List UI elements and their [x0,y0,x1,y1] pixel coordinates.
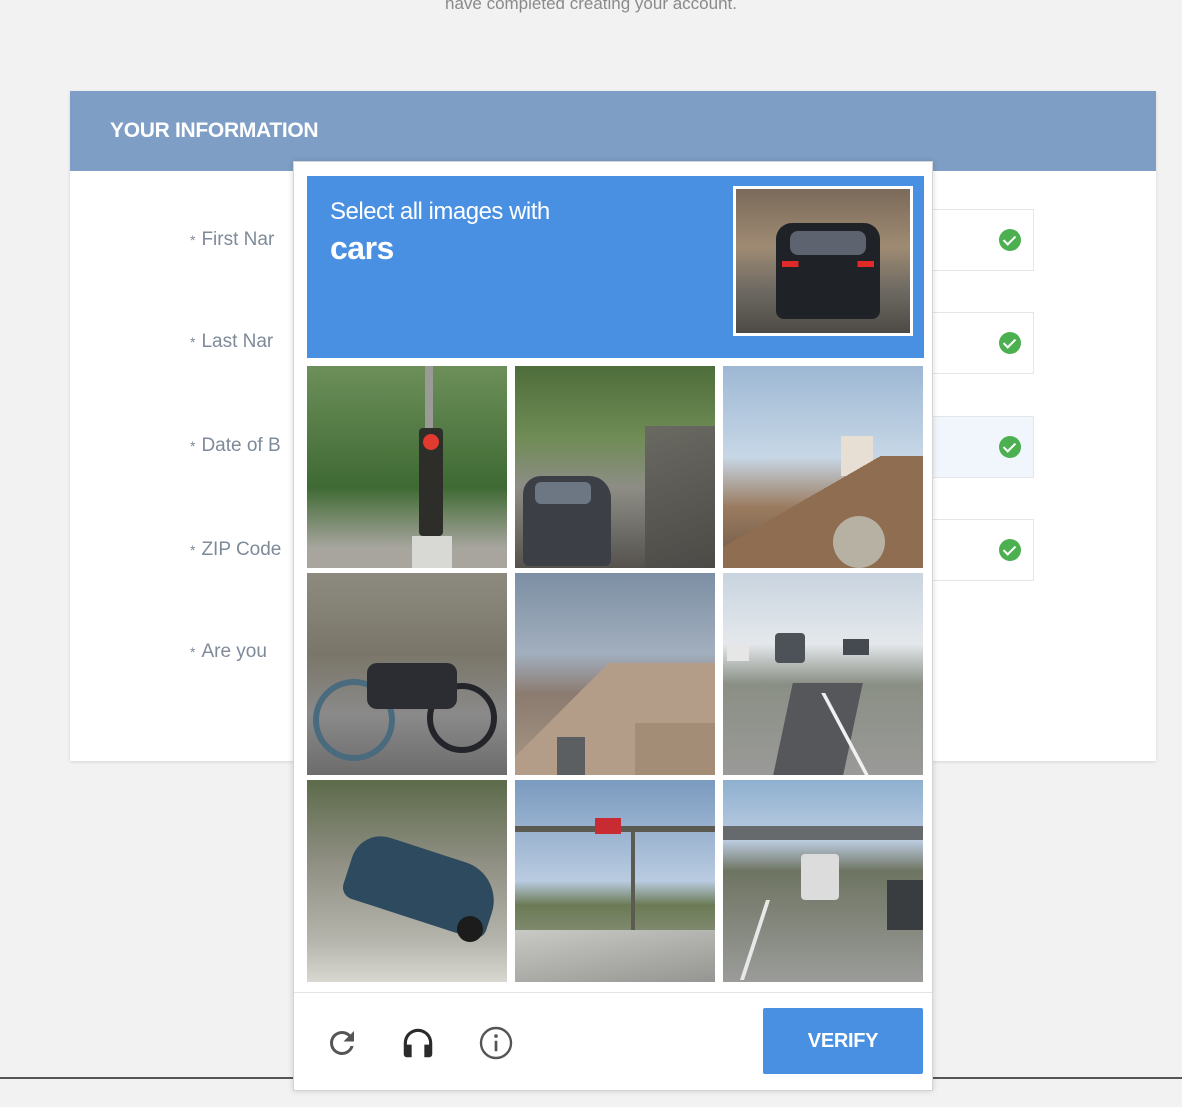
tile-traffic-light[interactable] [307,366,507,568]
captcha-target-object: cars [330,230,394,266]
tile-traffic-signal[interactable] [515,780,715,982]
zip-code-field[interactable] [922,519,1034,581]
reload-icon[interactable] [322,1023,362,1063]
verify-button[interactable]: VERIFY [763,1008,923,1074]
tile-highway-overpass[interactable] [723,780,923,982]
tile-tree-lined-street[interactable] [515,366,715,568]
tile-brick-house[interactable] [515,573,715,775]
required-marker: * [190,232,196,248]
captcha-dialog: Select all images with cars VERIFY [293,161,933,1091]
required-marker: * [190,334,196,350]
last-name-label: * Last Nar [190,331,274,352]
required-marker: * [190,438,196,454]
captcha-prompt: Select all images with [330,198,550,225]
page: have completed creating your account. YO… [0,0,1182,1107]
info-icon[interactable] [476,1023,516,1063]
section-title: YOUR INFORMATION [110,119,319,142]
required-marker: * [190,542,196,558]
captcha-header: Select all images with cars [307,176,924,358]
required-marker: * [190,644,196,660]
audio-icon[interactable] [398,1023,438,1063]
are-you-label: * Are you [190,641,267,662]
tile-parked-motorcycles[interactable] [307,573,507,775]
car-shape [776,223,880,319]
account-note: have completed creating your account. [444,0,737,13]
date-of-birth-field[interactable] [922,416,1034,478]
section-header: YOUR INFORMATION [70,91,1156,171]
captcha-image-grid [307,366,924,982]
captcha-footer: VERIFY [294,992,932,1091]
first-name-field[interactable] [922,209,1034,271]
last-name-field[interactable] [922,312,1034,374]
tile-house-roof[interactable] [723,366,923,568]
date-of-birth-label: * Date of B [190,435,281,456]
zip-code-label: * ZIP Code [190,539,282,560]
check-icon [999,539,1021,561]
tile-highway-traffic[interactable] [723,573,923,775]
check-icon [999,332,1021,354]
first-name-label: * First Nar [190,229,275,250]
check-icon [999,229,1021,251]
tile-parked-car[interactable] [307,780,507,982]
check-icon [999,436,1021,458]
sample-car-image [733,186,913,336]
